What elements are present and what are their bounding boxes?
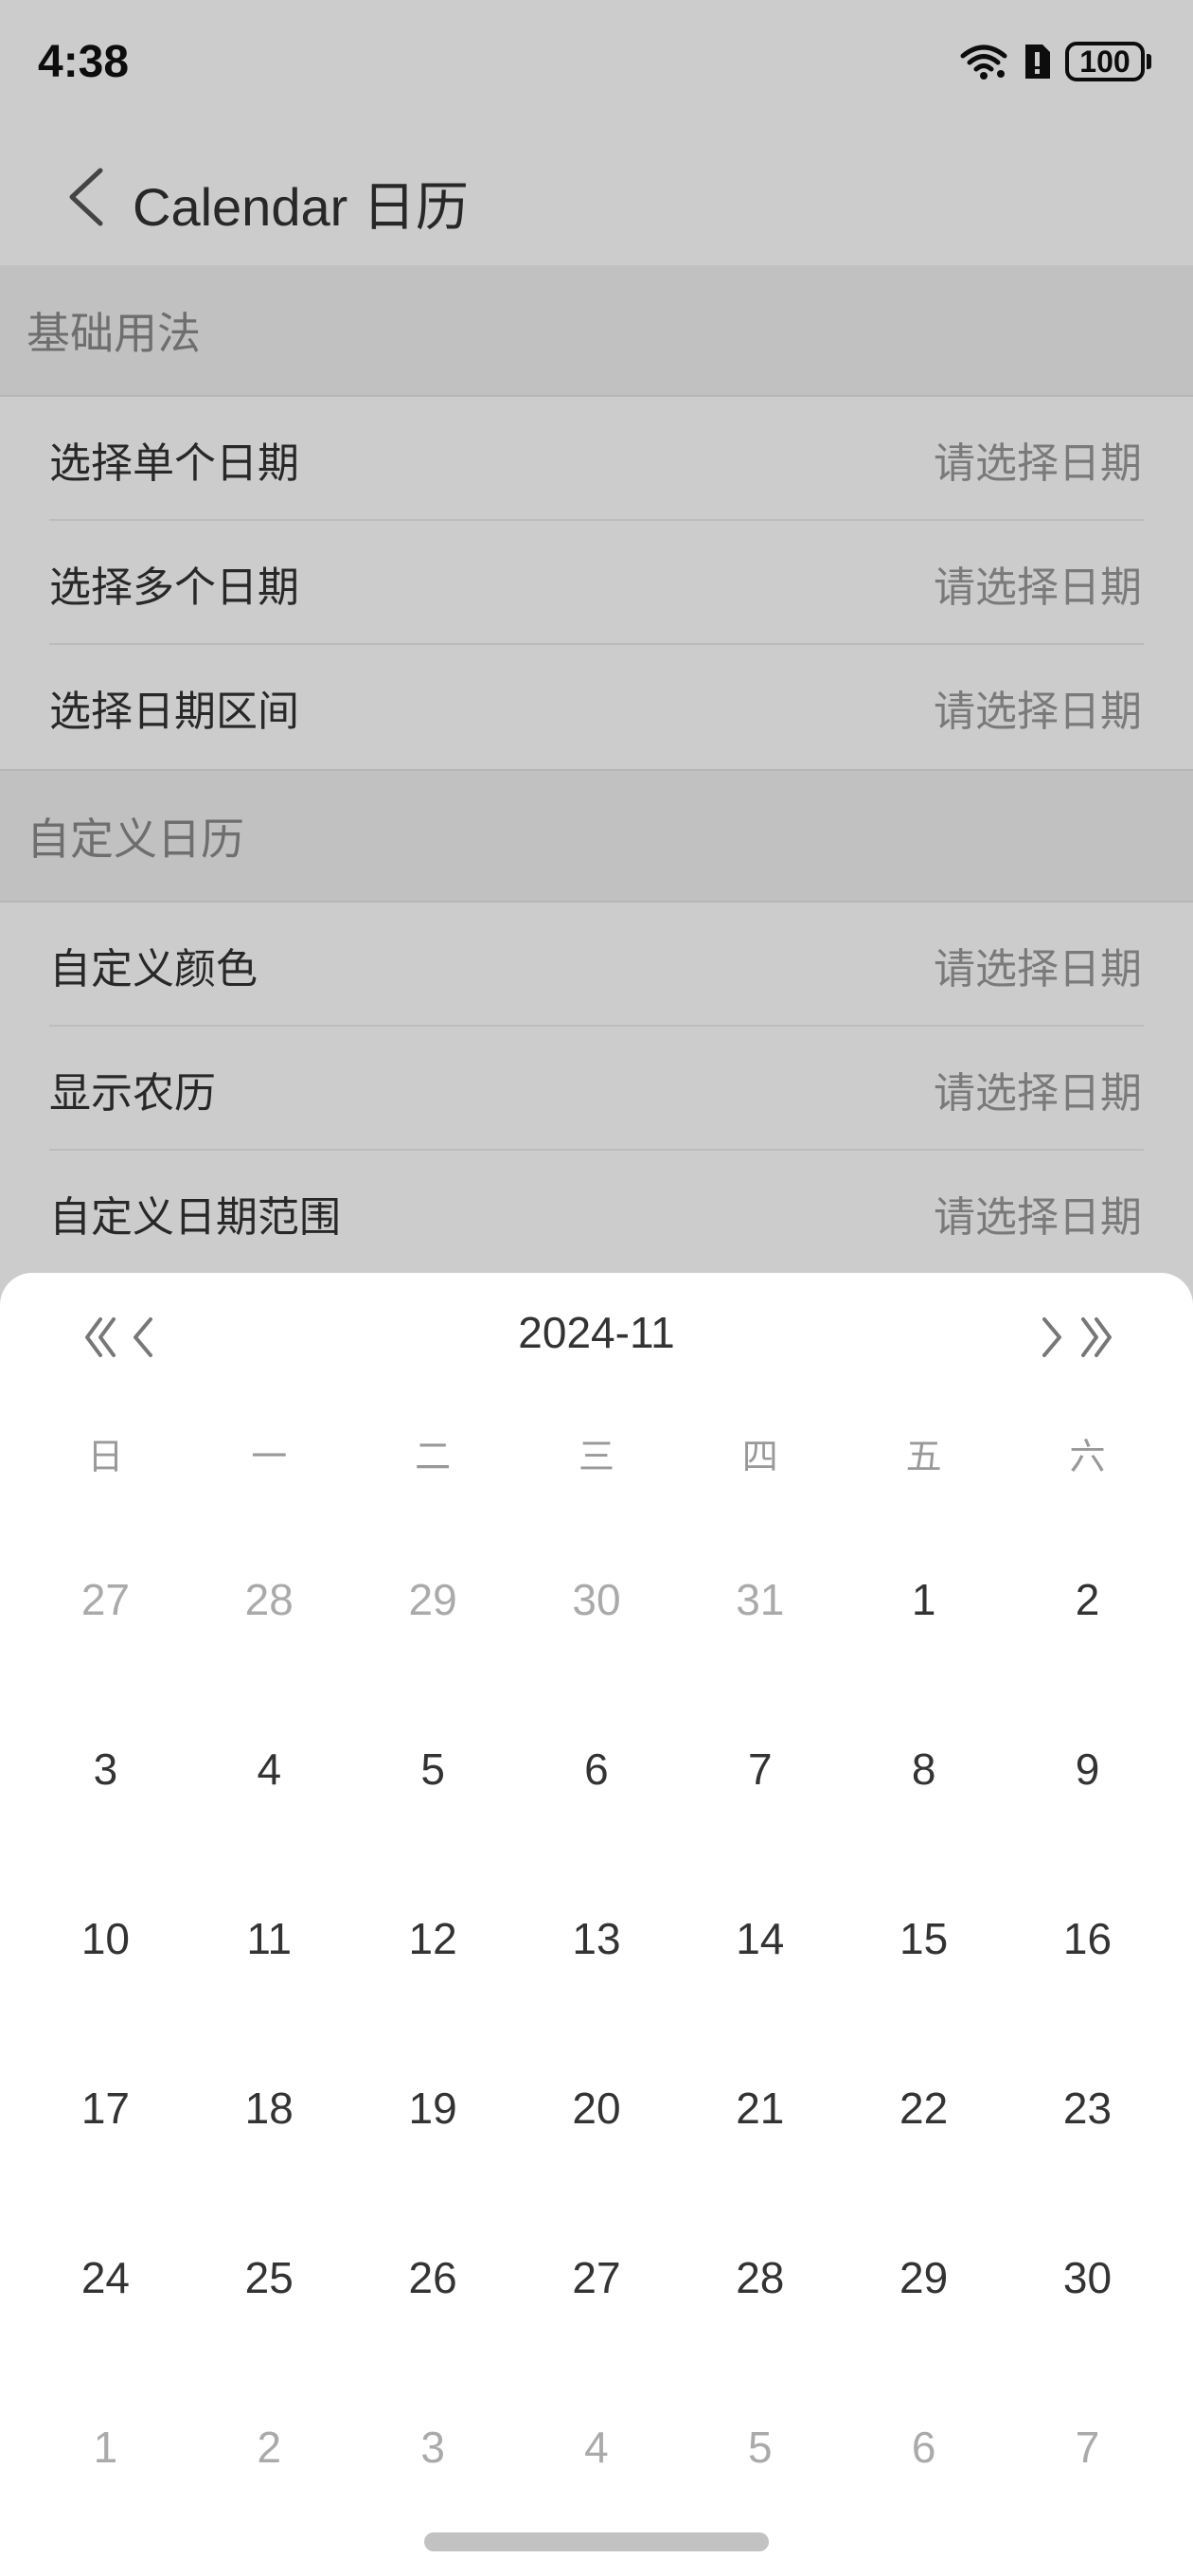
calendar-day-outside-month: 1 [93, 2422, 118, 2472]
calendar-day-outside-month: 7 [1075, 2422, 1100, 2472]
calendar-day[interactable]: 21 [678, 2023, 842, 2192]
calendar-day[interactable]: 29 [842, 2192, 1006, 2362]
calendar-header: 2024-11 [0, 1273, 1193, 1396]
calendar-day[interactable]: 3 [24, 1684, 187, 1853]
calendar-month-label: 2024-11 [518, 1308, 675, 1357]
calendar-demo-page: 4:38 100 Calendar 日历 基础用法 选择单个日期 请选择日期 选… [0, 0, 1193, 2576]
calendar-day-outside-month: 3 [420, 2422, 445, 2472]
calendar-day[interactable]: 30 [1006, 2192, 1169, 2362]
calendar-day-outside-month: 28 [244, 1574, 294, 1624]
home-indicator[interactable] [424, 2532, 769, 2551]
calendar-day-outside-month: 30 [572, 1574, 621, 1624]
calendar-day[interactable]: 6 [515, 1684, 679, 1853]
calendar-day[interactable]: 2 [1006, 1514, 1169, 1684]
weekday-label: 四 [741, 1438, 778, 1477]
calendar-day[interactable]: 24 [24, 2192, 187, 2362]
weekday-label: 一 [251, 1438, 288, 1477]
calendar-day-outside-month: 31 [736, 1574, 785, 1624]
calendar-day[interactable]: 8 [842, 1684, 1006, 1853]
calendar-day[interactable]: 15 [842, 1853, 1006, 2023]
calendar-day[interactable]: 10 [24, 1853, 187, 2023]
calendar-day[interactable]: 4 [187, 1684, 351, 1853]
weekday-label: 三 [578, 1438, 614, 1477]
calendar-day[interactable]: 26 [351, 2192, 515, 2362]
calendar-day[interactable]: 9 [1006, 1684, 1169, 1853]
calendar-day[interactable]: 22 [842, 2023, 1006, 2192]
chevron-right-icon [1039, 1315, 1067, 1364]
calendar-day[interactable]: 20 [515, 2023, 679, 2192]
calendar-day[interactable]: 23 [1006, 2023, 1169, 2192]
calendar-day[interactable]: 13 [515, 1853, 679, 2023]
calendar-day[interactable]: 7 [678, 1684, 842, 1853]
calendar-day[interactable]: 18 [187, 2023, 351, 2192]
calendar-day[interactable]: 5 [351, 1684, 515, 1853]
weekday-label: 日 [87, 1438, 124, 1477]
calendar-day[interactable]: 11 [187, 1853, 351, 2023]
calendar-day-outside-month: 27 [80, 1574, 130, 1624]
weekday-label: 二 [415, 1438, 452, 1477]
calendar-day[interactable]: 27 [515, 2192, 679, 2362]
calendar-day[interactable]: 25 [187, 2192, 351, 2362]
calendar-popup: 2024-11 日 一 二 三 四 五 六 27 28 29 30 31 1 2… [0, 1273, 1193, 2576]
weekday-label: 五 [905, 1438, 942, 1477]
weekday-label: 六 [1069, 1438, 1106, 1477]
calendar-day[interactable]: 1 [842, 1514, 1006, 1684]
double-chevron-right-icon [1077, 1315, 1115, 1364]
weekday-header: 日 一 二 三 四 五 六 [0, 1420, 1193, 1495]
calendar-day-outside-month: 29 [408, 1574, 457, 1624]
calendar-day-outside-month: 6 [911, 2422, 936, 2472]
calendar-day[interactable]: 12 [351, 1853, 515, 2023]
calendar-days-grid: 27 28 29 30 31 1 2 3 4 5 6 7 8 9 10 11 12 13 14 15 16 17 18 19 2… [24, 1514, 1169, 2531]
calendar-day-outside-month: 4 [584, 2422, 609, 2472]
calendar-day[interactable]: 19 [351, 2023, 515, 2192]
next-year-button[interactable] [1068, 1311, 1125, 1368]
calendar-day[interactable]: 14 [678, 1853, 842, 2023]
calendar-day-outside-month: 5 [748, 2422, 773, 2472]
calendar-day[interactable]: 16 [1006, 1853, 1169, 2023]
calendar-day-outside-month: 2 [257, 2422, 282, 2472]
calendar-day[interactable]: 17 [24, 2023, 187, 2192]
calendar-day[interactable]: 28 [678, 2192, 842, 2362]
